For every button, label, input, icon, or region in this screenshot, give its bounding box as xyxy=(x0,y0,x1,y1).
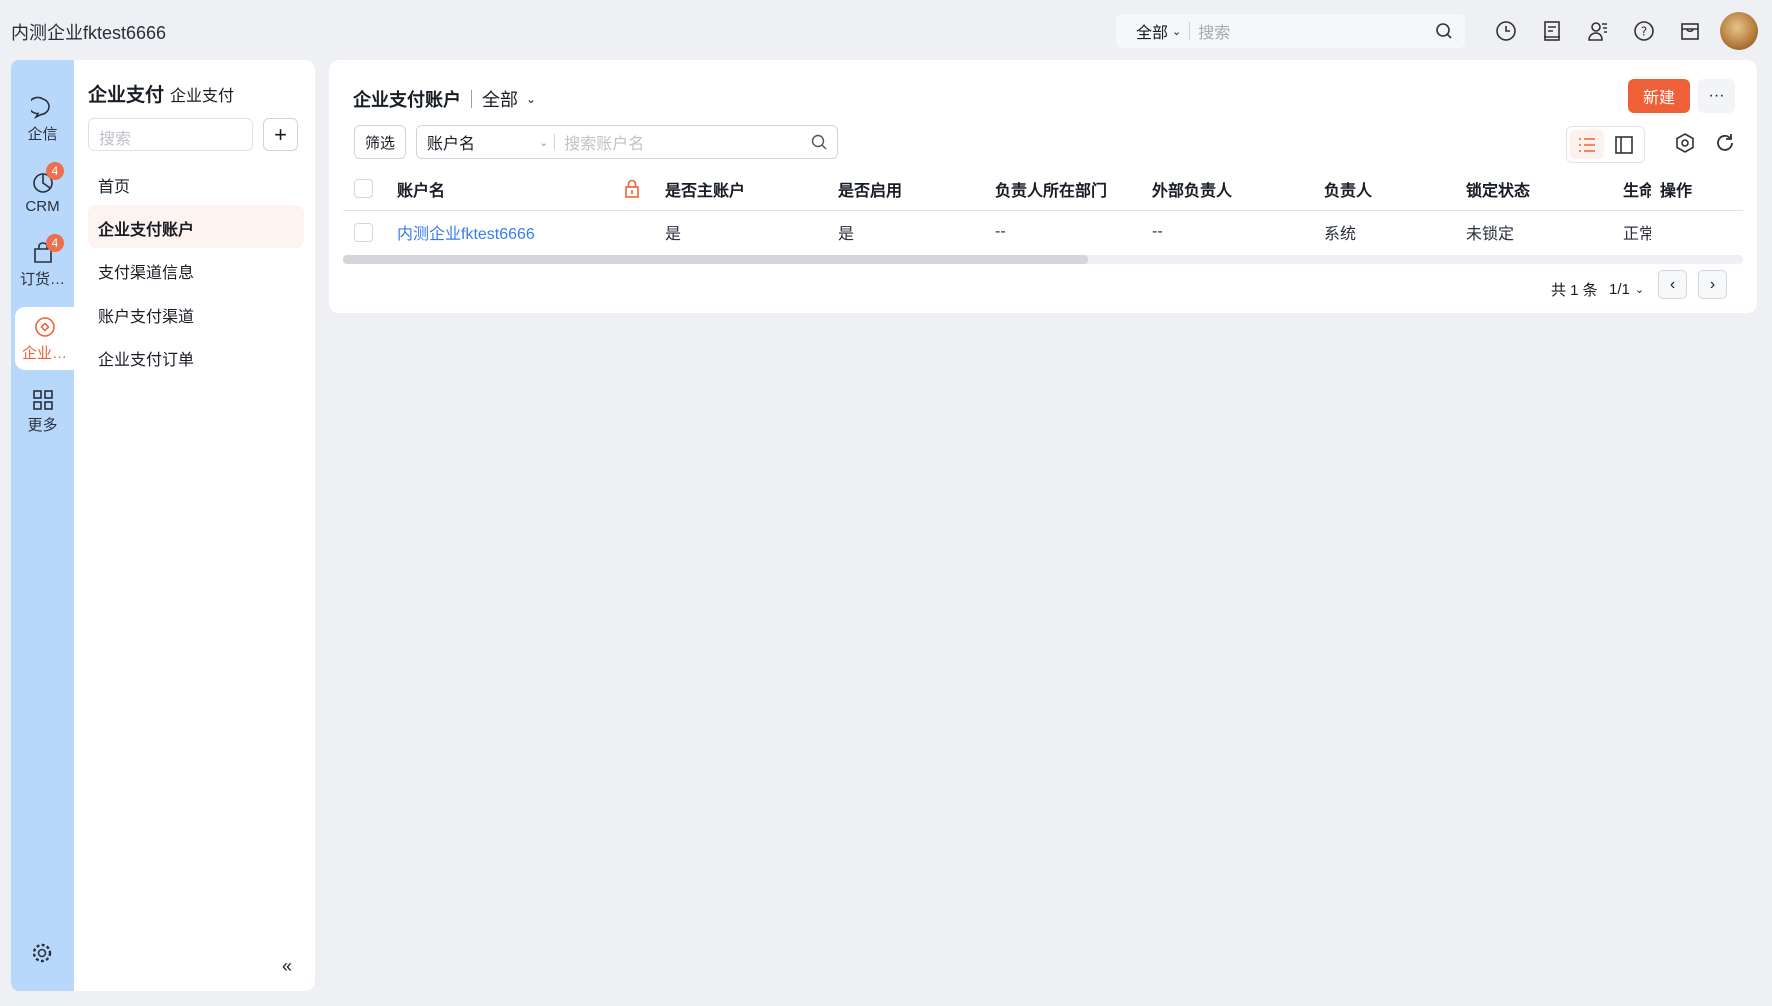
more-icon[interactable]: ··· xyxy=(1698,79,1735,113)
rail-label: 订货… xyxy=(19,271,65,288)
panel-search-input[interactable]: 搜索 xyxy=(88,118,253,151)
cell: 系统 xyxy=(1324,226,1357,243)
notification-badge: 4 xyxy=(46,234,64,252)
rail-item-enterprise-payment[interactable]: 企业… xyxy=(15,307,74,370)
column-settings-icon[interactable] xyxy=(1674,132,1696,159)
store-icon[interactable] xyxy=(1675,16,1705,46)
column-header[interactable]: 负责人所在部门 xyxy=(995,170,1107,207)
rail-item-chat[interactable]: 企信 xyxy=(11,85,74,155)
rail-label: 企业… xyxy=(21,344,67,362)
main-card: 企业支付账户 全部 ⌄ 新建 ··· 筛选 账户名 ⌄ 搜索账户名 账户名 是否主账… xyxy=(329,60,1757,313)
search-icon[interactable] xyxy=(811,134,827,150)
notification-badge: 4 xyxy=(46,162,64,180)
nav-item-account-channel[interactable]: 账户支付渠道 xyxy=(88,292,304,335)
scene-select[interactable]: 全部 xyxy=(482,86,518,112)
column-header[interactable]: 外部负责人 xyxy=(1152,170,1232,207)
chat-icon xyxy=(30,96,50,119)
nav-item-payment-account[interactable]: 企业支付账户 xyxy=(88,205,304,248)
chevron-down-icon: ⌄ xyxy=(526,92,537,106)
divider xyxy=(343,210,1743,211)
page-select[interactable]: 1/1 ⌄ xyxy=(1609,275,1644,304)
chevron-down-icon: ⌄ xyxy=(1634,284,1645,296)
add-button[interactable]: + xyxy=(263,118,298,151)
cell: 正常 xyxy=(1623,226,1651,243)
panel-title: 企业支付 企业支付 xyxy=(88,85,235,106)
rail-item-crm[interactable]: CRM 4 xyxy=(11,158,74,228)
column-header: 操作 xyxy=(1660,182,1693,200)
page-title: 企业支付账户 全部 ⌄ xyxy=(353,86,536,112)
cell: 是 xyxy=(838,226,855,243)
select-all-checkbox[interactable] xyxy=(354,179,373,198)
global-search[interactable]: 全部 ⌄ 搜索 xyxy=(1116,14,1465,48)
rail-item-orders[interactable]: 订货… 4 xyxy=(11,230,74,300)
table-search-input[interactable]: 搜索账户名 xyxy=(564,130,811,154)
next-page-button[interactable]: › xyxy=(1698,270,1727,299)
contacts-icon[interactable] xyxy=(1583,16,1613,46)
lock-icon[interactable] xyxy=(624,170,640,207)
cell: 未锁定 xyxy=(1466,226,1515,243)
module-panel: 企业支付 企业支付 搜索 + 首页 企业支付账户 支付渠道信息 账户支付渠道 企业… xyxy=(74,60,315,991)
rail-label: 企信 xyxy=(27,126,58,143)
svg-text:?: ? xyxy=(1641,25,1647,39)
pager-total: 共 1 条 xyxy=(1551,282,1598,299)
chevron-down-icon: ⌄ xyxy=(1172,25,1182,38)
cell: 是 xyxy=(665,226,682,243)
history-icon[interactable] xyxy=(1491,16,1521,46)
nav-item-payment-order[interactable]: 企业支付订单 xyxy=(88,335,304,378)
nav-item-home[interactable]: 首页 xyxy=(88,162,304,205)
grid-icon xyxy=(32,390,53,410)
collapse-icon[interactable]: « xyxy=(282,956,292,977)
split-view-icon[interactable] xyxy=(1608,130,1642,159)
rail-label: CRM xyxy=(25,198,60,215)
chevron-down-icon: ⌄ xyxy=(539,136,549,149)
column-header[interactable]: 负责人 xyxy=(1324,170,1372,207)
payment-icon xyxy=(34,316,55,337)
new-button[interactable]: 新建 xyxy=(1628,79,1690,113)
search-scope-select[interactable]: 全部 xyxy=(1136,19,1168,43)
search-field-select[interactable]: 账户名 xyxy=(427,130,539,154)
list-view-icon[interactable] xyxy=(1570,130,1604,159)
document-icon[interactable] xyxy=(1537,16,1567,46)
app-title: 内测企业fktest6666 xyxy=(11,23,167,43)
refresh-icon[interactable] xyxy=(1714,132,1736,159)
table-search[interactable]: 账户名 ⌄ 搜索账户名 xyxy=(416,125,838,159)
cell: -- xyxy=(995,223,1006,240)
column-header[interactable]: 是否主账户 xyxy=(665,170,745,207)
help-icon[interactable]: ? xyxy=(1629,16,1659,46)
column-header[interactable]: 是否启用 xyxy=(838,170,902,207)
row-checkbox[interactable] xyxy=(354,222,373,242)
column-header[interactable]: 账户名 xyxy=(397,170,445,207)
global-search-input[interactable]: 搜索 xyxy=(1198,19,1435,43)
account-name-link[interactable]: 内测企业fktest6666 xyxy=(397,213,535,251)
search-icon[interactable] xyxy=(1435,22,1453,40)
avatar[interactable] xyxy=(1720,12,1758,50)
cell: -- xyxy=(1152,223,1163,240)
view-toggle xyxy=(1566,126,1645,163)
rail-item-more[interactable]: 更多 xyxy=(11,377,74,447)
panel-subtitle: 企业支付 xyxy=(170,88,235,105)
column-header[interactable]: 锁定状态 xyxy=(1466,170,1530,207)
filter-button[interactable]: 筛选 xyxy=(354,125,406,159)
app-rail: 企信 CRM 4 订货… 4 企业… 更多 xyxy=(11,60,74,991)
nav-item-channel-info[interactable]: 支付渠道信息 xyxy=(88,248,304,291)
rail-label: 更多 xyxy=(27,417,58,434)
scrollbar-thumb[interactable] xyxy=(343,255,1088,264)
settings-gear-icon[interactable] xyxy=(31,942,53,969)
prev-page-button[interactable]: ‹ xyxy=(1658,270,1687,299)
column-header[interactable]: 生命 xyxy=(1623,170,1651,207)
